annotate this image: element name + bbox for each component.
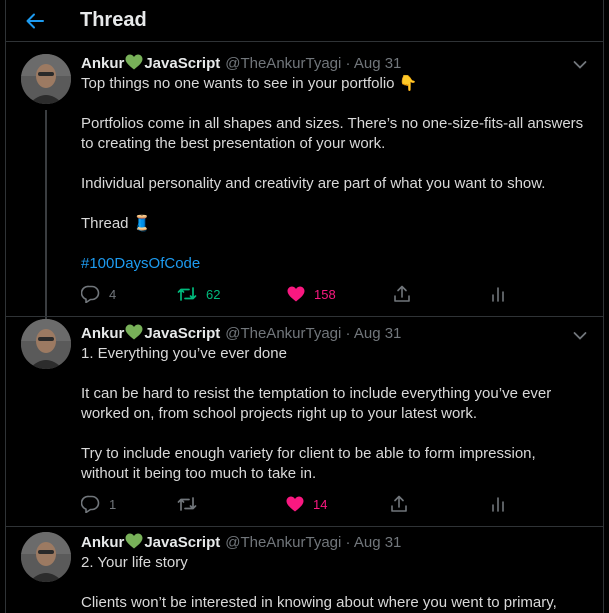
- author-handle[interactable]: @TheAnkurTyagi · Aug 31: [225, 324, 401, 344]
- analytics-button[interactable]: [490, 286, 506, 302]
- reply-icon: [81, 495, 100, 513]
- analytics-icon: [492, 287, 504, 302]
- heart-icon: [286, 496, 304, 512]
- like-button[interactable]: 158: [287, 286, 393, 302]
- tweet-actions: 1 14: [81, 494, 587, 514]
- tweet-paragraph: 2. Your life story: [81, 554, 188, 571]
- avatar[interactable]: [21, 532, 71, 582]
- analytics-button[interactable]: [490, 496, 506, 512]
- share-button[interactable]: [393, 285, 490, 303]
- heart-icon: [287, 286, 305, 302]
- author-name[interactable]: Ankur JavaScript: [81, 54, 220, 74]
- like-count: 158: [314, 286, 336, 302]
- reply-count: 1: [109, 496, 117, 512]
- author-handle[interactable]: @TheAnkurTyagi · Aug 31: [225, 533, 401, 553]
- retweet-button[interactable]: 62: [177, 286, 287, 302]
- tweet-paragraph: Top things no one wants to see in your p…: [81, 75, 418, 92]
- tweet-actions: 4 62 158: [81, 284, 587, 304]
- tweet-paragraph: Individual personality and creativity ar…: [81, 175, 546, 192]
- avatar[interactable]: [21, 319, 71, 369]
- reply-icon: [81, 285, 100, 303]
- tweet-paragraph: Thread 🧵: [81, 215, 152, 232]
- retweet-count: 62: [206, 286, 221, 302]
- hashtag-link[interactable]: #100DaysOfCode: [81, 254, 587, 274]
- green-heart-icon: [125, 324, 143, 340]
- tweet-paragraph: 1. Everything you’ve ever done: [81, 345, 287, 362]
- thread-header: Thread: [6, 0, 603, 42]
- retweet-button[interactable]: [177, 496, 286, 512]
- analytics-icon: [492, 497, 504, 512]
- reply-count: 4: [109, 286, 117, 302]
- chevron-down-icon[interactable]: [573, 331, 587, 341]
- like-count: 14: [313, 496, 328, 512]
- reply-button[interactable]: 1: [81, 495, 177, 513]
- author-name[interactable]: Ankur JavaScript: [81, 324, 220, 344]
- author-name[interactable]: Ankur JavaScript: [81, 533, 220, 553]
- thread-line: [45, 110, 47, 320]
- green-heart-icon: [125, 54, 143, 70]
- tweet[interactable]: Ankur JavaScript @TheAnkurTyagi · Aug 31 …: [6, 42, 603, 320]
- tweet-paragraph: Portfolios come in all shapes and sizes.…: [81, 115, 584, 152]
- chevron-down-icon[interactable]: [573, 60, 587, 70]
- page-title: Thread: [80, 9, 147, 31]
- tweet-header: Ankur JavaScript @TheAnkurTyagi · Aug 31: [81, 54, 587, 74]
- tweet-body: 1. Everything you’ve ever done It can be…: [81, 344, 587, 484]
- reply-button[interactable]: 4: [81, 285, 177, 303]
- retweet-icon: [177, 497, 197, 511]
- timeline-column: Thread Ankur JavaScript @TheAnkurTyagi · …: [5, 0, 604, 613]
- avatar[interactable]: [21, 54, 71, 104]
- green-heart-icon: [125, 533, 143, 549]
- tweet-header: Ankur JavaScript @TheAnkurTyagi · Aug 31: [81, 324, 587, 344]
- share-icon: [394, 285, 410, 302]
- share-icon: [391, 495, 407, 512]
- tweet-header: Ankur JavaScript @TheAnkurTyagi · Aug 31: [81, 533, 587, 553]
- share-button[interactable]: [390, 495, 490, 513]
- back-arrow-icon: [26, 13, 44, 28]
- tweet-body: Top things no one wants to see in your p…: [81, 74, 587, 274]
- tweet-paragraph: Try to include enough variety for client…: [81, 445, 536, 482]
- tweet[interactable]: Ankur JavaScript @TheAnkurTyagi · Aug 31 …: [6, 527, 603, 613]
- retweet-icon: [177, 287, 197, 301]
- tweet-body: 2. Your life story Clients won’t be inte…: [81, 553, 587, 613]
- tweet-paragraph: It can be hard to resist the temptation …: [81, 385, 552, 422]
- tweet-paragraph: Clients won’t be interested in knowing a…: [81, 594, 557, 611]
- tweet[interactable]: Ankur JavaScript @TheAnkurTyagi · Aug 31 …: [6, 317, 603, 527]
- author-handle[interactable]: @TheAnkurTyagi · Aug 31: [225, 54, 401, 74]
- back-button[interactable]: [6, 0, 66, 42]
- like-button[interactable]: 14: [286, 496, 390, 512]
